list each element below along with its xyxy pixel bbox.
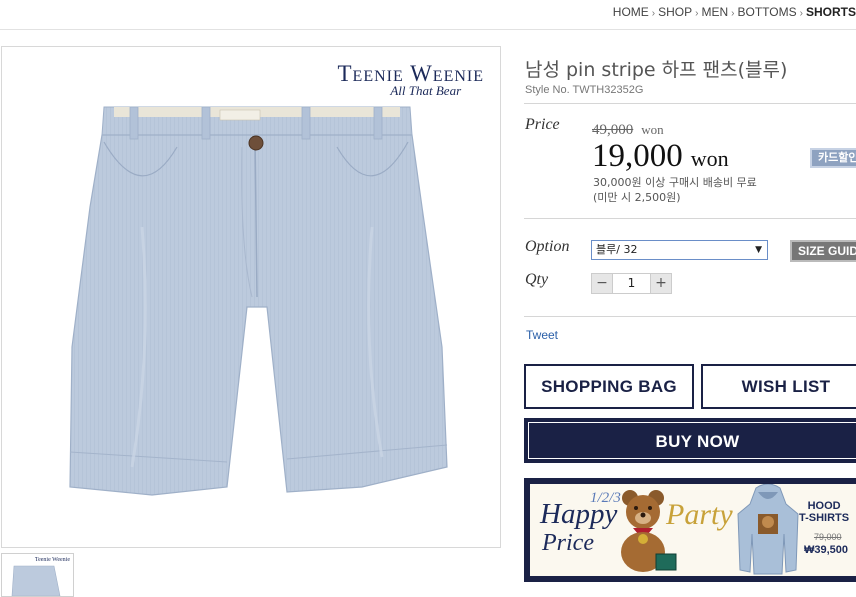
option-selected-value: 블루/ 32 xyxy=(596,243,638,256)
breadcrumb-bottoms[interactable]: BOTTOMS xyxy=(738,5,797,19)
promo-banner-inner: 1/2/3 Happy Price Party HOOD T-SHIRTS 79… xyxy=(530,484,856,576)
buy-now-button[interactable]: BUY NOW xyxy=(524,418,856,463)
banner-hood-line2: T-SHIRTS xyxy=(799,512,850,524)
breadcrumb-separator-icon: › xyxy=(695,8,699,19)
banner-hood-line1: HOOD xyxy=(807,500,841,512)
style-number: Style No. TWTH32352G xyxy=(525,84,644,96)
qty-label: Qty xyxy=(525,271,549,288)
qty-input[interactable]: 1 xyxy=(613,273,650,294)
product-photo[interactable]: Teenie Weenie All That Bear xyxy=(1,46,501,548)
banner-happy: Happy xyxy=(540,498,618,530)
original-price-value: 49,000 xyxy=(592,122,634,138)
dropdown-arrow-icon: ▼ xyxy=(755,245,762,255)
sale-price-value: 19,000 xyxy=(592,138,683,174)
wish-list-button[interactable]: WISH LIST xyxy=(701,364,856,409)
hoodie-icon xyxy=(737,484,799,575)
promo-banner[interactable]: 1/2/3 Happy Price Party HOOD T-SHIRTS 79… xyxy=(524,478,856,582)
qty-plus-button[interactable]: + xyxy=(650,273,672,294)
breadcrumb-separator-icon: › xyxy=(799,8,803,19)
product-thumbnail[interactable]: Teenie Weenie xyxy=(1,553,74,597)
banner-hood-tshirts: HOOD T-SHIRTS xyxy=(799,500,849,524)
breadcrumb: HOME › SHOP › MEN › BOTTOMS › SHORTS xyxy=(613,5,856,21)
option-label: Option xyxy=(525,238,570,255)
option-select[interactable]: 블루/ 32 ▼ xyxy=(591,240,768,260)
breadcrumb-current: SHORTS xyxy=(805,5,856,19)
thumbnail-shorts-image xyxy=(11,565,61,596)
size-guide-button[interactable]: SIZE GUIDE xyxy=(790,240,856,262)
shipping-note-line1: 30,000원 이상 구매시 배송비 무료 xyxy=(593,176,757,189)
shopping-bag-button[interactable]: SHOPPING BAG xyxy=(524,364,694,409)
header-divider xyxy=(0,29,856,30)
shipping-note-line2: (미만 시 2,500원) xyxy=(593,191,681,204)
breadcrumb-home[interactable]: HOME xyxy=(613,5,649,19)
tweet-link[interactable]: Tweet xyxy=(526,328,558,342)
breadcrumb-separator-icon: › xyxy=(731,8,735,19)
card-discount-button[interactable]: 카드할인 xyxy=(810,148,856,168)
banner-old-price: 79,000 xyxy=(814,532,842,542)
banner-new-price: ₩39,500 xyxy=(804,544,849,556)
title-divider xyxy=(524,103,856,104)
sale-price-unit: won xyxy=(690,146,729,171)
breadcrumb-separator-icon: › xyxy=(651,8,656,19)
original-price-unit: won xyxy=(641,122,664,137)
banner-price: Price xyxy=(542,530,594,556)
original-price: 49,000 won xyxy=(592,122,664,139)
price-label: Price xyxy=(525,116,560,133)
banner-party: Party xyxy=(666,498,733,531)
product-title: 남성 pin stripe 하프 팬츠(블루) xyxy=(525,59,788,81)
price-divider xyxy=(524,218,856,219)
breadcrumb-men[interactable]: MEN xyxy=(702,5,729,19)
shipping-note: 30,000원 이상 구매시 배송비 무료 (미만 시 2,500원) xyxy=(593,175,757,205)
breadcrumb-shop[interactable]: SHOP xyxy=(658,5,692,19)
sale-price: 19,000 won xyxy=(592,138,729,175)
qty-minus-button[interactable]: − xyxy=(591,273,613,294)
shorts-image xyxy=(69,106,448,496)
qty-divider xyxy=(524,316,856,317)
